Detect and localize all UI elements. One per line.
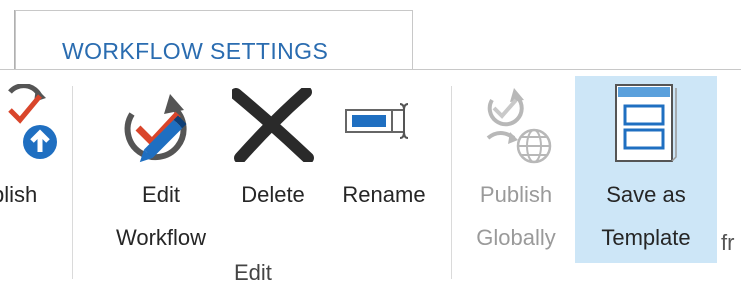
save-as-template-button[interactable]: Save as Template bbox=[575, 76, 717, 263]
publish-globally-label-line1: Publish bbox=[479, 182, 553, 207]
save-as-template-icon bbox=[613, 82, 677, 172]
edit-workflow-label-line1: Edit bbox=[142, 182, 180, 207]
edit-workflow-label-line2: Workflow bbox=[115, 225, 207, 250]
publish-globally-button[interactable]: Publish Globally bbox=[458, 84, 574, 264]
edit-workflow-icon bbox=[112, 84, 212, 180]
publish-button[interactable]: blish bbox=[0, 83, 64, 224]
publish-icon bbox=[6, 83, 58, 170]
rename-label: Rename bbox=[342, 182, 426, 207]
ribbon-group-label-edit: Edit bbox=[234, 260, 272, 285]
tab-workflow-settings[interactable]: WORKFLOW SETTINGS bbox=[15, 10, 413, 70]
rename-button[interactable]: Rename bbox=[324, 84, 444, 224]
truncated-next-button-label: fr bbox=[721, 230, 735, 255]
rename-icon bbox=[344, 102, 424, 148]
group-separator bbox=[451, 86, 452, 279]
publish-label: blish bbox=[0, 182, 38, 207]
delete-label: Delete bbox=[241, 182, 305, 207]
tab-workflow-settings-label: WORKFLOW SETTINGS bbox=[62, 38, 329, 64]
save-as-template-label-line2: Template bbox=[601, 225, 691, 250]
publish-globally-icon bbox=[482, 86, 556, 172]
group-separator bbox=[72, 86, 73, 279]
delete-button[interactable]: Delete bbox=[222, 84, 324, 224]
publish-globally-label-line2: Globally bbox=[476, 225, 556, 250]
ribbon-tab-strip: WORKFLOW SETTINGS bbox=[0, 0, 741, 70]
save-as-template-label-line1: Save as bbox=[606, 182, 686, 207]
edit-workflow-button[interactable]: Edit Workflow bbox=[102, 84, 220, 264]
delete-x-icon bbox=[230, 86, 314, 168]
